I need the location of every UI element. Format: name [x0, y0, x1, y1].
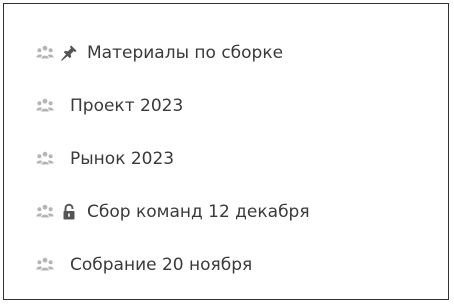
list-item-label: Собрание 20 ноября: [70, 255, 253, 275]
group-icon: [36, 204, 54, 218]
group-icon: [36, 45, 54, 59]
list-item-label: Проект 2023: [70, 96, 184, 116]
lock-icon: [63, 203, 75, 220]
list-item-label: Сбор команд 12 декабря: [87, 202, 310, 222]
list-item-label: Материалы по сборке: [87, 43, 284, 63]
group-icon: [36, 257, 54, 271]
pin-icon: [61, 45, 77, 61]
group-icon: [36, 98, 54, 112]
group-icon: [36, 151, 54, 165]
conversation-list-panel: Материалы по сборке Проект 2023 Рынок 20…: [3, 3, 449, 300]
list-item-label: Рынок 2023: [70, 149, 175, 169]
